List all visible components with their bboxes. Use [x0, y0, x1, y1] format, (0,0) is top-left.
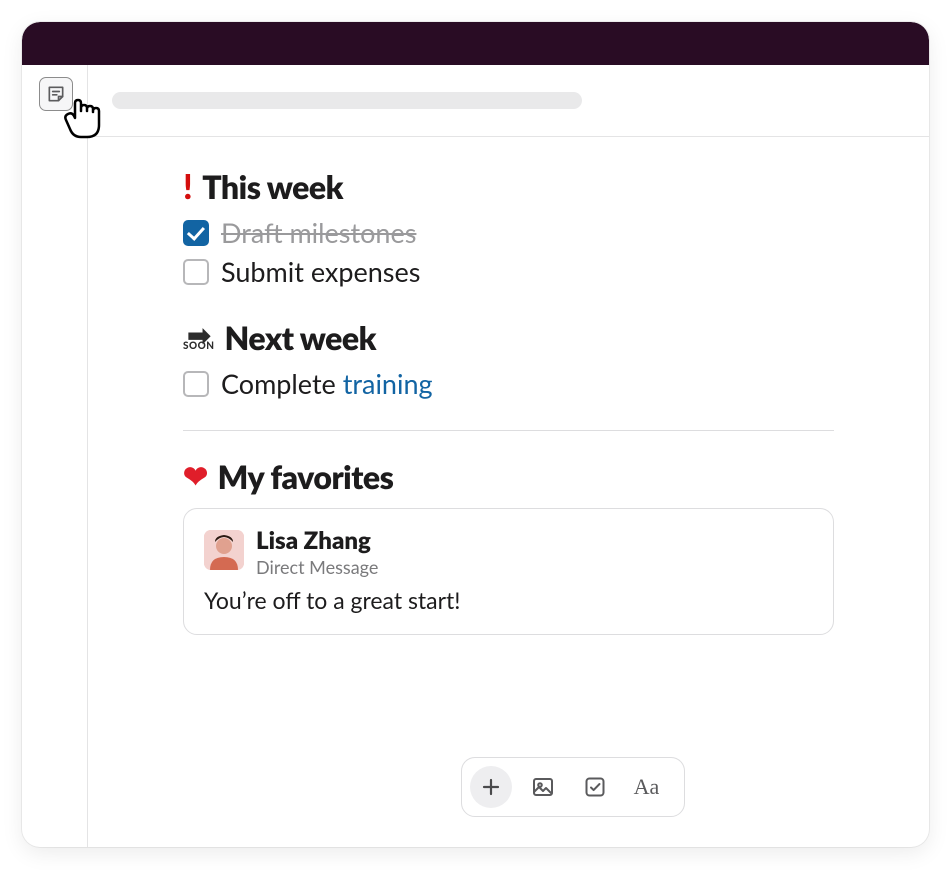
checklist-button[interactable]: [574, 766, 616, 808]
task-label: Draft milestones: [221, 216, 416, 249]
message-card[interactable]: Lisa Zhang Direct Message You’re off to …: [183, 508, 834, 635]
exclamation-icon: !: [183, 170, 192, 204]
card-body: You’re off to a great start!: [204, 586, 813, 614]
task-row: Draft milestones: [183, 216, 834, 249]
task-label: Submit expenses: [221, 255, 420, 288]
titlebar: [22, 22, 929, 65]
checkbox-checked[interactable]: [183, 220, 209, 246]
add-button[interactable]: [470, 766, 512, 808]
task-row: Submit expenses: [183, 255, 834, 288]
card-subtitle: Direct Message: [256, 556, 378, 578]
plus-icon: [479, 775, 503, 799]
content-area: ! This week Draft milestones Submit expe…: [88, 137, 929, 847]
section-heading-next-week: ➡ SOON Next week: [183, 318, 834, 357]
avatar: [204, 530, 244, 570]
image-icon: [531, 775, 555, 799]
text-format-button[interactable]: Aa: [626, 766, 668, 808]
checkbox[interactable]: [183, 259, 209, 285]
header-row: [88, 65, 929, 137]
task-row: Complete training: [183, 367, 834, 400]
section-heading-this-week: ! This week: [183, 167, 834, 206]
section-title: This week: [202, 167, 343, 206]
section-heading-favorites: ❤ My favorites: [183, 457, 834, 496]
checkbox-icon: [583, 775, 607, 799]
canvas-button[interactable]: [39, 77, 73, 111]
heart-icon: ❤: [183, 458, 208, 495]
note-icon: [46, 84, 66, 104]
training-link[interactable]: training: [343, 367, 433, 400]
section-title: Next week: [224, 318, 376, 357]
main-area: ! This week Draft milestones Submit expe…: [88, 65, 929, 847]
text-format-icon: Aa: [634, 774, 660, 800]
card-author: Lisa Zhang: [256, 527, 378, 556]
divider: [183, 430, 834, 431]
title-placeholder[interactable]: [112, 92, 582, 109]
app-window: ! This week Draft milestones Submit expe…: [22, 22, 929, 847]
soon-icon: ➡ SOON: [183, 325, 214, 350]
editor-toolbar: Aa: [461, 757, 685, 817]
checkbox[interactable]: [183, 371, 209, 397]
section-title: My favorites: [218, 457, 394, 496]
image-button[interactable]: [522, 766, 564, 808]
task-label: Complete training: [221, 367, 433, 400]
sidebar: [22, 65, 88, 847]
